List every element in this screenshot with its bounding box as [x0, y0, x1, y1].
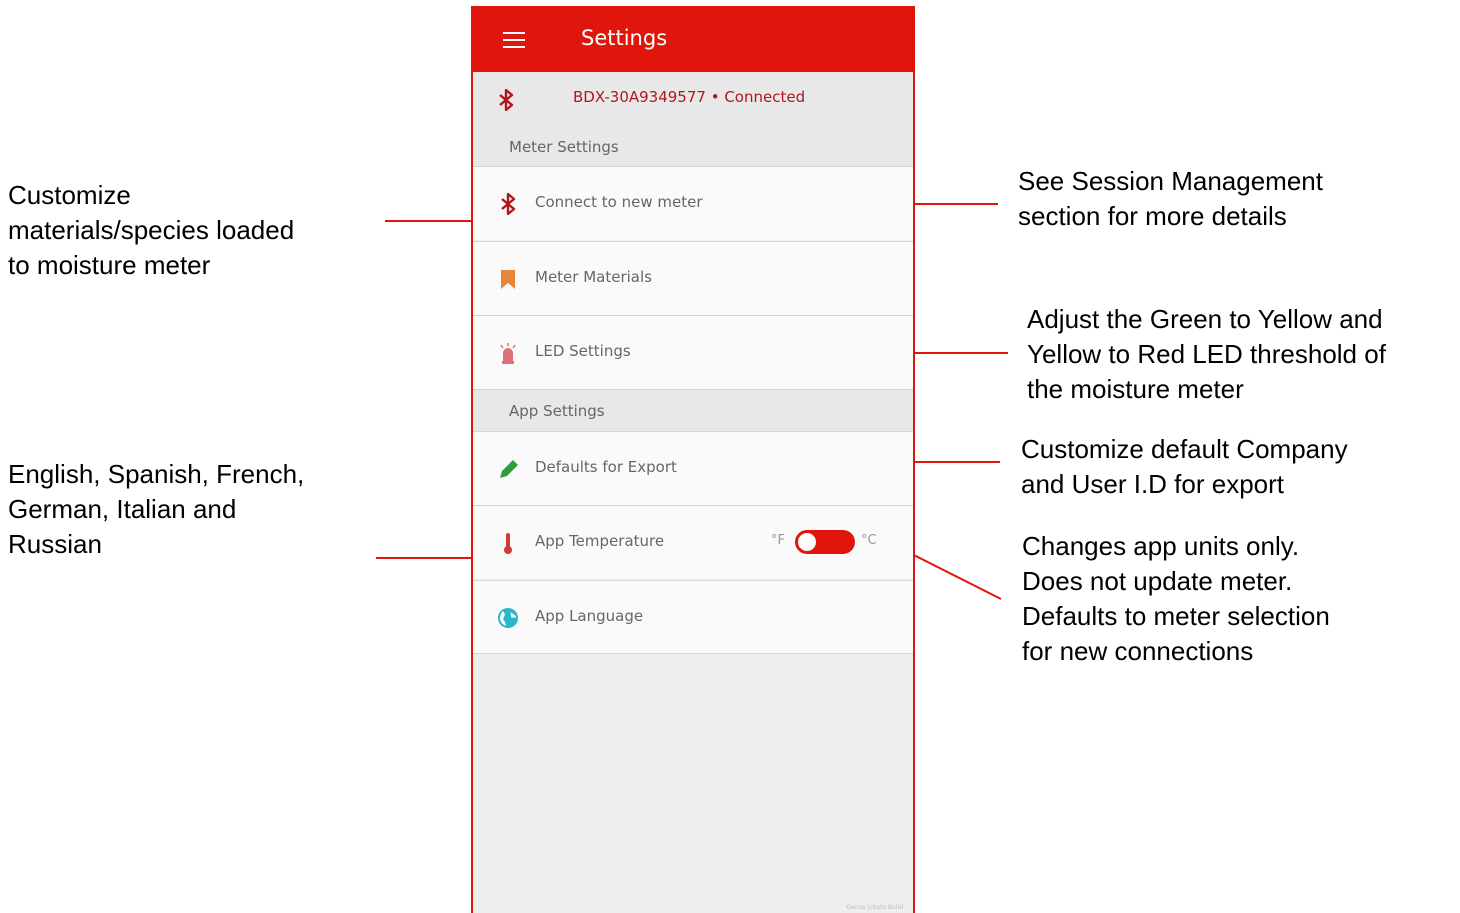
- annotation-led: Adjust the Green to Yellow and Yellow to…: [1027, 304, 1386, 404]
- settings-item-label: Defaults for Export: [535, 458, 677, 476]
- menu-icon[interactable]: [503, 32, 525, 48]
- settings-item-app-temperature[interactable]: App Temperature °F °C: [473, 505, 913, 579]
- thermometer-icon: [504, 533, 512, 554]
- pencil-icon: [500, 460, 518, 478]
- toggle-knob: [798, 533, 816, 551]
- settings-item-app-language[interactable]: App Language: [473, 580, 913, 654]
- bookmark-icon: [501, 270, 515, 289]
- section-header-app-settings: App Settings: [473, 389, 913, 431]
- settings-item-connect-new-meter[interactable]: Connect to new meter: [473, 166, 913, 240]
- app-bar: Settings: [473, 6, 913, 72]
- settings-item-meter-materials[interactable]: Meter Materials: [473, 241, 913, 315]
- settings-item-label: Connect to new meter: [535, 193, 703, 211]
- bluetooth-icon: [501, 192, 516, 216]
- annotation-units: Changes app units only. Does not update …: [1022, 531, 1330, 666]
- temperature-unit-toggle[interactable]: [795, 530, 855, 554]
- phone-screen: Settings BDX-30A9349577 • Connected Mete…: [471, 6, 915, 913]
- section-label: App Settings: [509, 402, 605, 420]
- annotation-session: See Session Management section for more …: [1018, 166, 1323, 231]
- settings-item-label: App Language: [535, 607, 644, 625]
- section-label: Meter Settings: [509, 138, 619, 156]
- settings-item-label: Meter Materials: [535, 268, 652, 286]
- settings-item-led-settings[interactable]: LED Settings: [473, 315, 913, 389]
- annotation-materials: Customize materials/species loaded to mo…: [8, 180, 295, 280]
- page-title: Settings: [581, 26, 668, 50]
- led-alarm-icon: [500, 343, 516, 364]
- annotation-export: Customize default Company and User I.D f…: [1021, 434, 1348, 499]
- connection-status-text: BDX-30A9349577 • Connected: [573, 88, 806, 106]
- section-header-meter-settings: Meter Settings: [473, 126, 913, 166]
- bluetooth-icon: [499, 89, 514, 111]
- connection-status-bar: BDX-30A9349577 • Connected: [473, 72, 913, 126]
- globe-icon: [498, 608, 518, 628]
- settings-item-label: LED Settings: [535, 342, 631, 360]
- settings-item-defaults-for-export[interactable]: Defaults for Export: [473, 431, 913, 505]
- settings-item-label: App Temperature: [535, 532, 665, 550]
- annotation-language: English, Spanish, French, German, Italia…: [8, 459, 305, 559]
- celsius-unit-label: °C: [861, 533, 877, 548]
- build-tag: Genus jcbotx Build: [846, 904, 903, 911]
- fahrenheit-unit-label: °F: [771, 533, 785, 548]
